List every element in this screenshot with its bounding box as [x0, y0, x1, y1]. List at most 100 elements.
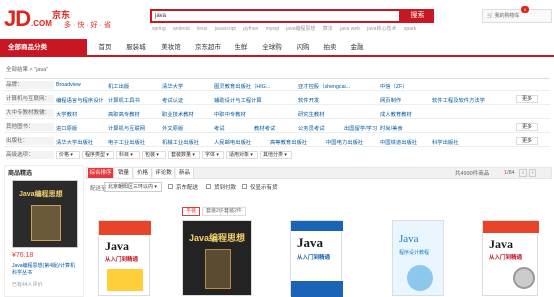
jd-delivery-checkbox[interactable] — [168, 184, 173, 189]
filter-value[interactable]: 外文原版 — [162, 124, 183, 132]
more-button[interactable]: 更多 — [516, 137, 538, 145]
filter-value[interactable]: 时尚/美食 — [380, 124, 403, 132]
jd-logo[interactable]: JD .COM 京东 多·快·好·省 — [4, 6, 144, 34]
filter-value[interactable]: 职业技术教材 — [162, 110, 194, 118]
filter-value[interactable]: Broadview — [56, 82, 81, 88]
filter-value[interactable]: 教材考试 — [254, 124, 275, 132]
hotword-link[interactable]: java核心技术 — [367, 26, 396, 32]
filter-value[interactable]: 软件开发 — [298, 96, 319, 104]
hotword-link[interactable]: java编程思想 — [286, 26, 315, 32]
filter-value[interactable]: 人民邮电出版社 — [214, 138, 251, 146]
in-stock-checkbox[interactable] — [242, 184, 247, 189]
hotword-link[interactable]: spark — [404, 26, 416, 32]
filter-value[interactable]: 清华大学 — [162, 82, 183, 90]
search-button[interactable]: 搜索 — [401, 9, 434, 23]
hotword-link[interactable]: java web — [340, 26, 360, 32]
filter-value[interactable]: 成人教育教材 — [380, 110, 412, 118]
dropdown-package[interactable]: 包装 ▾ — [142, 151, 166, 159]
filter-value[interactable]: 编程语言与程序设计 — [56, 96, 104, 104]
dropdown-font[interactable]: 字体 ▾ — [202, 151, 224, 159]
filter-value[interactable]: 出国留学/学习 — [344, 124, 377, 132]
product-tab[interactable]: 套装2件 — [220, 207, 246, 216]
dropdown-label: 套装数量 — [171, 152, 192, 158]
nav-item-auction[interactable]: 拍卖 — [318, 39, 342, 57]
delivery-location-select[interactable]: 北京朝阳区三环以内 ▾ — [104, 182, 162, 192]
sort-sales-button[interactable]: 销量 — [115, 168, 133, 178]
nav-item-home[interactable]: 首页 — [92, 39, 118, 57]
hotword-link[interactable]: javascript — [215, 26, 236, 32]
hotword-link[interactable]: python — [243, 26, 258, 32]
product-cover[interactable]: Java 从入门到精通 — [482, 220, 539, 296]
hotword-link[interactable]: linux — [197, 26, 207, 32]
filter-value[interactable]: 考试认证 — [162, 96, 183, 104]
nav-item-finance[interactable]: 金融 — [345, 39, 369, 57]
filter-value[interactable]: 中国铁道出版社 — [380, 138, 417, 146]
nav-item-clothing[interactable]: 服装城 — [120, 39, 152, 57]
filter-value[interactable]: 高等教育出版社 — [270, 138, 307, 146]
prev-page-icon[interactable]: ‹ — [519, 169, 528, 177]
filter-value[interactable]: 电子工业出版社 — [108, 138, 145, 146]
filter-label: 品牌： — [6, 81, 54, 89]
filter-value[interactable]: 大学教材 — [56, 110, 77, 118]
dropdown-label: 程序类型 — [85, 152, 106, 158]
filter-value[interactable]: 科学出版社 — [432, 138, 459, 146]
dropdown-subject[interactable]: 科目 ▾ — [116, 151, 140, 159]
search-input[interactable]: java — [150, 9, 401, 23]
next-page-icon[interactable]: › — [528, 169, 537, 177]
cart-button[interactable]: 🛒 我的购物车 — [482, 9, 552, 23]
filter-value[interactable]: 中国电力出版社 — [326, 138, 363, 146]
logo-com: .COM — [31, 19, 52, 28]
nav-item-beauty[interactable]: 美妆馆 — [155, 39, 187, 57]
featured-name-link[interactable]: Java编程思想(第4版)/计算机科学丛书 — [12, 263, 78, 277]
filter-value[interactable]: 进口原版 — [56, 124, 77, 132]
nav-item-supermarket[interactable]: 京东超市 — [190, 39, 226, 57]
hotword-link[interactable]: android — [173, 26, 190, 32]
hotword-link[interactable]: spring — [152, 26, 166, 32]
sort-comments-button[interactable]: 评论数 — [153, 168, 175, 178]
dropdown-audience[interactable]: 适用对象 ▾ — [226, 151, 258, 159]
filter-value[interactable]: 软件工程及软件方法学 — [432, 96, 485, 104]
featured-comments[interactable]: 已有44人评价 — [12, 281, 43, 288]
hotword-link[interactable]: 算法 — [323, 26, 333, 32]
sort-new-button[interactable]: 新品 — [176, 168, 194, 178]
filter-value[interactable]: 计算机与互联网 — [108, 124, 145, 132]
product-cover[interactable]: Java 从入门到精通 — [290, 220, 343, 297]
filter-value[interactable]: 公务员考试 — [298, 124, 325, 132]
hotword-link[interactable]: mysql — [266, 26, 279, 32]
filter-value[interactable]: 中职中专教材 — [214, 110, 246, 118]
product-tab[interactable]: 平装 — [182, 207, 201, 216]
filter-value[interactable]: 网页制作 — [380, 96, 401, 104]
nav-item-flash[interactable]: 闪购 — [291, 39, 315, 57]
sort-default-button[interactable]: 综合排序 — [88, 168, 114, 178]
filter-value[interactable]: 计算机工具书 — [108, 96, 140, 104]
filter-value[interactable]: 辅助设计与工程计算 — [214, 96, 262, 104]
sort-price-button[interactable]: 价格 — [134, 168, 152, 178]
product-cover[interactable]: Java 从入门到精通 — [98, 220, 151, 296]
filter-value[interactable]: 考试 — [214, 124, 225, 132]
nav-item-fresh[interactable]: 生鲜 — [229, 39, 253, 57]
dropdown-set-count[interactable]: 套装数量 ▾ — [168, 151, 200, 159]
cover-subtitle: 从入门到精通 — [105, 257, 139, 263]
nav-item-global[interactable]: 全球购 — [256, 39, 288, 57]
filter-value[interactable]: 亚才控股（shengcai... — [298, 82, 350, 90]
filter-value[interactable]: 研究生教材 — [298, 110, 325, 118]
product-cover[interactable]: Java编程思想 — [182, 220, 252, 296]
cod-checkbox[interactable] — [206, 184, 211, 189]
cover-subtitle: 从入门到精通 — [489, 255, 523, 261]
filter-value[interactable]: 机工出版 — [108, 82, 129, 90]
filter-value[interactable]: 高职高专教材 — [108, 110, 140, 118]
dropdown-other[interactable]: 其他分类 ▾ — [260, 151, 292, 159]
more-button[interactable]: 更多 — [516, 95, 538, 103]
more-button[interactable]: 更多 — [516, 123, 538, 131]
filter-value[interactable]: 机械工业出版社 — [162, 138, 199, 146]
filter-value[interactable]: 中信（ZF） — [380, 82, 408, 90]
filter-label: 大中专教材教辅： — [6, 109, 54, 117]
dropdown-price[interactable]: 价格 ▾ — [56, 151, 80, 159]
filter-value[interactable]: 图灵教育出版社（HIG... — [214, 82, 270, 90]
all-categories-button[interactable]: 全部商品分类 — [0, 39, 87, 57]
filter-value[interactable]: 清华大学出版社 — [56, 138, 93, 146]
featured-book-cover[interactable]: Java编程思想 — [12, 180, 78, 248]
dropdown-program-type[interactable]: 程序类型 ▾ — [82, 151, 114, 159]
filter-row-publisher: 出版社： 清华大学出版社 电子工业出版社 机械工业出版社 人民邮电出版社 高等教… — [4, 135, 550, 147]
product-cover[interactable]: Java 程序设计教程 — [392, 220, 444, 296]
